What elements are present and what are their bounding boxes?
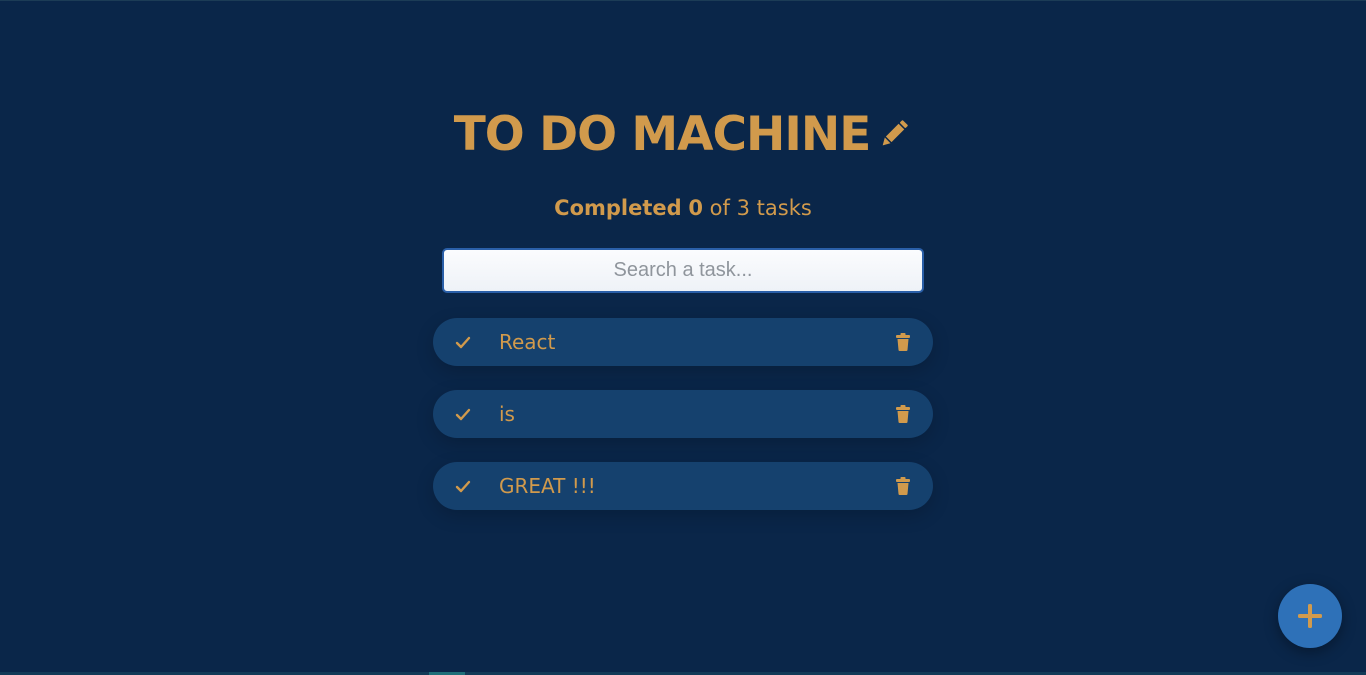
task-item: GREAT !!! [433, 462, 933, 510]
task-counter: Completed 0 of 3 tasks [0, 196, 1366, 220]
task-list: React is GREAT !!! [433, 318, 933, 534]
task-item: is [433, 390, 933, 438]
trash-icon[interactable] [893, 333, 913, 351]
counter-tasks-label: tasks [756, 196, 812, 220]
counter-of-label: of [709, 196, 730, 220]
task-text: is [499, 402, 515, 426]
page-title-text: TO DO MACHINE [453, 106, 872, 162]
counter-total-count: 3 [736, 196, 750, 220]
task-text: React [499, 330, 556, 354]
add-task-button[interactable] [1278, 584, 1342, 648]
trash-icon[interactable] [893, 405, 913, 423]
pencil-icon [876, 116, 912, 152]
check-icon[interactable] [453, 333, 473, 351]
counter-completed-count: 0 [688, 196, 703, 220]
page-title: TO DO MACHINE [0, 104, 1366, 164]
search-input[interactable] [442, 248, 924, 293]
trash-icon[interactable] [893, 477, 913, 495]
check-icon[interactable] [453, 477, 473, 495]
task-item: React [433, 318, 933, 366]
top-edge-line [0, 0, 1366, 1]
counter-completed-label: Completed [554, 196, 682, 220]
check-icon[interactable] [453, 405, 473, 423]
plus-icon [1296, 602, 1324, 630]
task-text: GREAT !!! [499, 474, 596, 498]
